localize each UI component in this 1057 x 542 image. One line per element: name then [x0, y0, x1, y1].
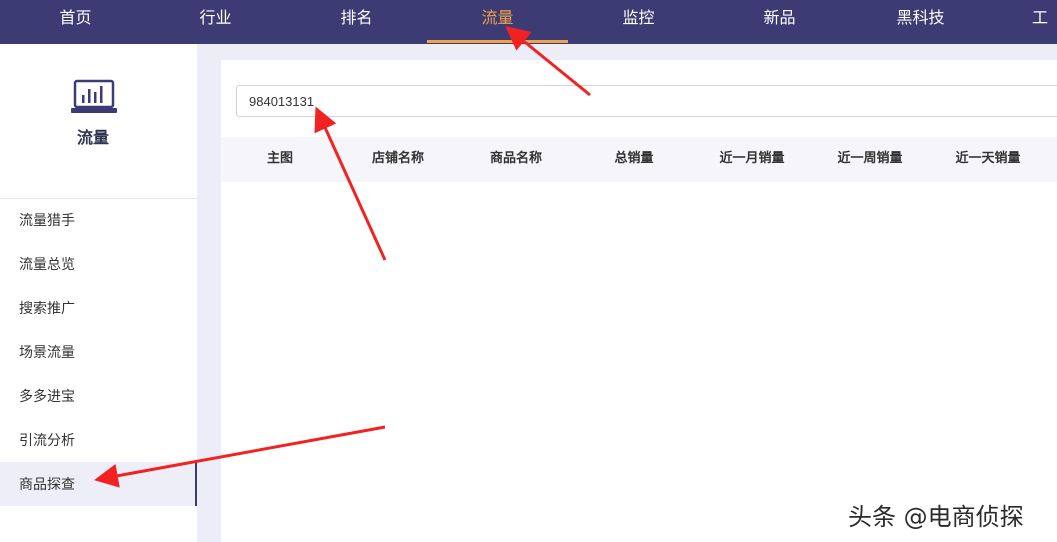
sidebar-item-traffic-overview[interactable]: 流量总览: [0, 242, 197, 286]
column-header-month-sales: 近一月销量: [719, 150, 785, 165]
nav-traffic[interactable]: 流量: [427, 0, 568, 44]
sidebar-item-product-explore[interactable]: 商品探查: [0, 462, 197, 506]
nav-monitor[interactable]: 监控: [568, 0, 709, 44]
nav-black-tech[interactable]: 黑科技: [850, 0, 991, 44]
sidebar-item-traffic-analysis[interactable]: 引流分析: [0, 418, 197, 462]
table-header: 主图 店铺名称 商品名称 总销量 近一月销量 近一周销量 近一天销量: [221, 137, 1057, 182]
sidebar-header: 流量: [0, 44, 197, 199]
sidebar-item-duoduo-jinbao[interactable]: 多多进宝: [0, 374, 197, 418]
search-input[interactable]: [236, 85, 1057, 117]
chart-monitor-icon: [71, 79, 117, 113]
sidebar-title: 流量: [76, 130, 109, 147]
sidebar-item-search-promotion[interactable]: 搜索推广: [0, 286, 197, 330]
top-navigation: 首页 行业 排名 流量 监控 新品 黑科技 工: [0, 0, 1057, 44]
nav-ranking[interactable]: 排名: [286, 0, 427, 44]
column-header-main-image: 主图: [266, 150, 293, 165]
nav-new-products[interactable]: 新品: [709, 0, 850, 44]
nav-industry[interactable]: 行业: [145, 0, 286, 44]
watermark-text: 头条 @电商侦探: [848, 503, 1024, 531]
column-header-day-sales: 近一天销量: [955, 150, 1021, 165]
nav-home[interactable]: 首页: [5, 0, 146, 44]
main-panel: 主图 店铺名称 商品名称 总销量 近一月销量 近一周销量 近一天销量: [221, 60, 1057, 542]
column-header-total-sales: 总销量: [614, 150, 654, 165]
column-header-week-sales: 近一周销量: [837, 150, 903, 165]
column-header-shop-name: 店铺名称: [371, 150, 424, 165]
sidebar: 流量 流量猎手 流量总览 搜索推广 场景流量 多多进宝 引流分析 商品探查: [0, 44, 197, 542]
sidebar-item-traffic-hunter[interactable]: 流量猎手: [0, 198, 197, 242]
column-header-product-name: 商品名称: [489, 150, 542, 165]
nav-tools[interactable]: 工: [1000, 0, 1057, 44]
sidebar-menu: 流量猎手 流量总览 搜索推广 场景流量 多多进宝 引流分析 商品探查: [0, 198, 197, 506]
sidebar-item-scene-traffic[interactable]: 场景流量: [0, 330, 197, 374]
